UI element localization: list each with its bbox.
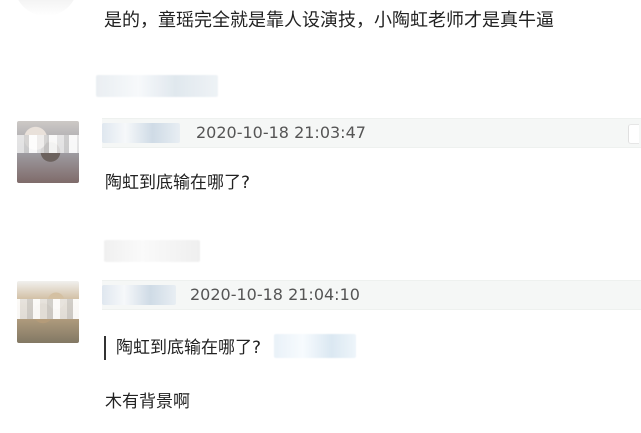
quoted-comment: 陶虹到底输在哪了? — [104, 336, 261, 360]
comment-header-2: 2020-10-18 21:04:10 — [102, 280, 641, 310]
avatar-mosaic-1 — [17, 135, 79, 153]
more-icon[interactable] — [628, 124, 639, 144]
comment-text-2: 木有背景啊 — [105, 392, 190, 412]
username-blur-2[interactable] — [102, 285, 176, 305]
avatar-mosaic-2 — [17, 299, 79, 319]
comment-thread-page: 是的，童瑶完全就是靠人设演技，小陶虹老师才是真牛逼 2020-10-18 21:… — [0, 0, 641, 433]
comment-timestamp-1: 2020-10-18 21:03:47 — [196, 123, 366, 142]
blurred-username-2 — [104, 240, 200, 262]
username-blur-1[interactable] — [102, 123, 180, 143]
blurred-username-1 — [96, 75, 218, 97]
quoted-comment-text: 陶虹到底输在哪了? — [116, 338, 262, 358]
user-avatar-1[interactable] — [17, 121, 79, 183]
comment-text-1: 陶虹到底输在哪了? — [105, 173, 251, 193]
top-comment-text: 是的，童瑶完全就是靠人设演技，小陶虹老师才是真牛逼 — [104, 10, 554, 31]
top-avatar-fragment — [14, 0, 78, 16]
user-avatar-2[interactable] — [17, 281, 79, 343]
reply-user-blur[interactable] — [274, 334, 356, 358]
comment-header-1: 2020-10-18 21:03:47 — [102, 118, 641, 148]
comment-timestamp-2: 2020-10-18 21:04:10 — [190, 285, 360, 304]
